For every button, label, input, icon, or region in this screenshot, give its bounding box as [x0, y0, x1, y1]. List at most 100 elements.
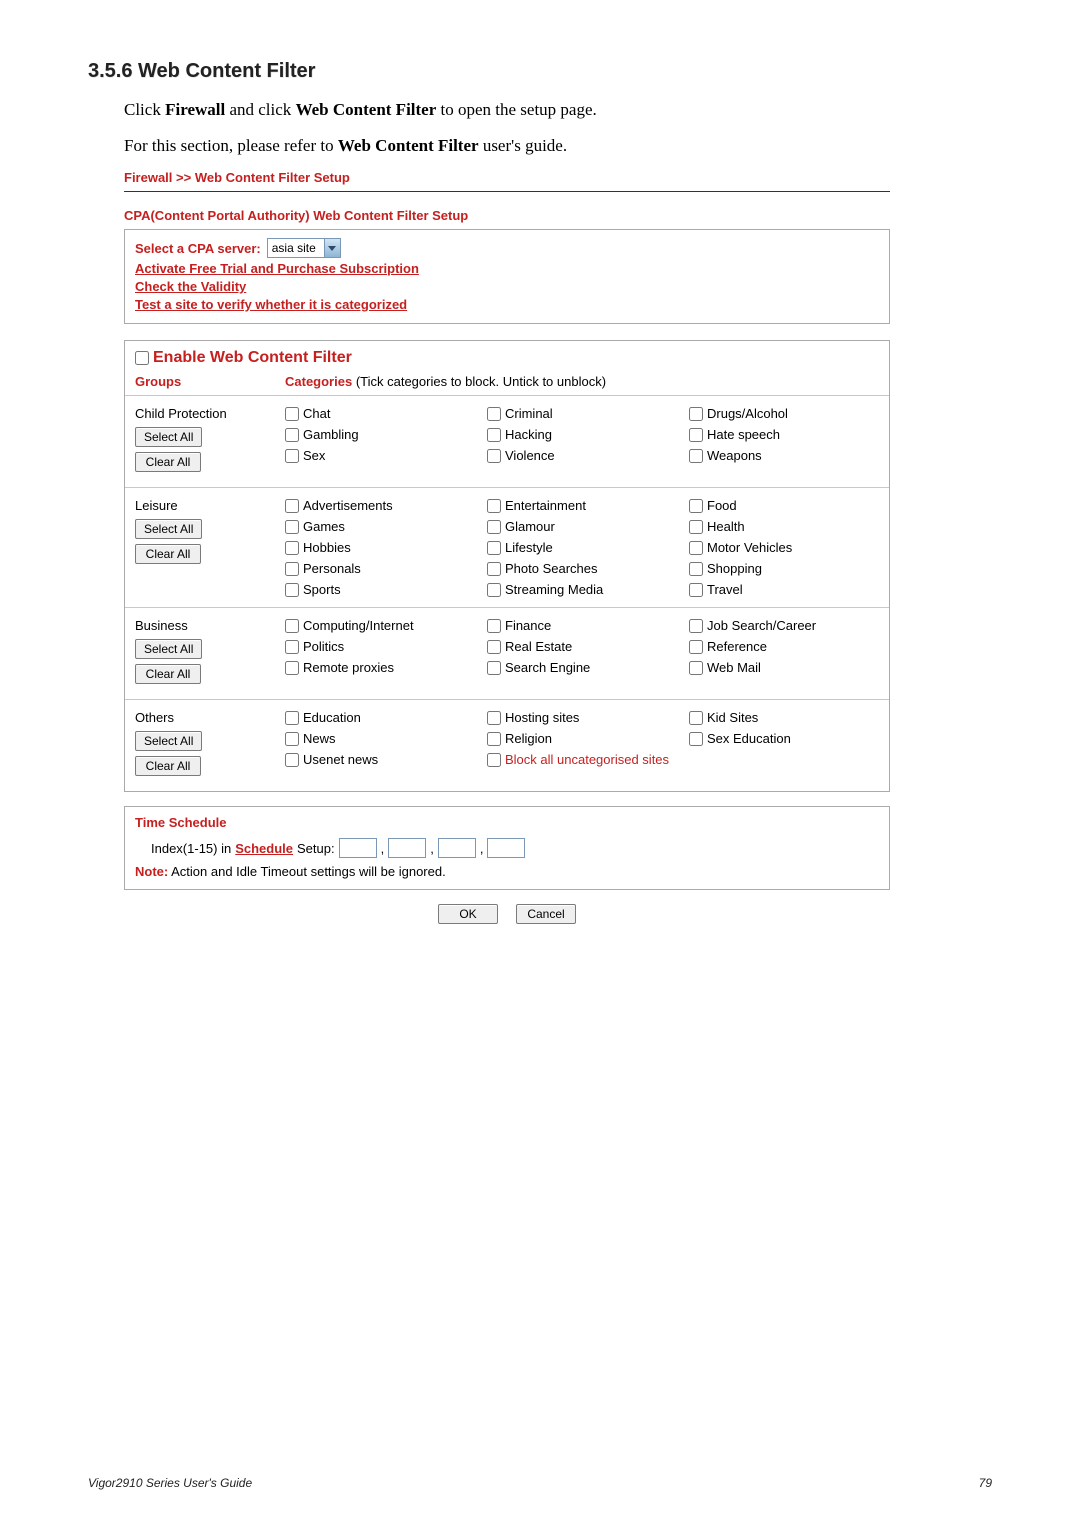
cpa-server-value: asia site: [268, 239, 324, 257]
schedule-index-4[interactable]: [487, 838, 525, 858]
category-weapons[interactable]: Weapons: [689, 448, 885, 463]
intro-text: to open the setup page.: [436, 100, 597, 119]
ok-button[interactable]: OK: [438, 904, 498, 924]
category-motor-vehicles[interactable]: Motor Vehicles: [689, 540, 885, 555]
cat-label: Finance: [505, 618, 551, 633]
cat-label: Search Engine: [505, 660, 590, 675]
category-drugs-alcohol[interactable]: Drugs/Alcohol: [689, 406, 885, 421]
category-sports[interactable]: Sports: [285, 582, 481, 597]
category-finance[interactable]: Finance: [487, 618, 683, 633]
cat-label: Block all uncategorised sites: [505, 752, 669, 767]
cat-label: Glamour: [505, 519, 555, 534]
group-child-protection: Child Protection Select All Clear All Ch…: [125, 395, 889, 487]
cat-label: Entertainment: [505, 498, 586, 513]
category-sex-education[interactable]: Sex Education: [689, 731, 885, 746]
group-name: Child Protection: [135, 406, 275, 421]
category-criminal[interactable]: Criminal: [487, 406, 683, 421]
intro-line-2: For this section, please refer to Web Co…: [124, 133, 992, 159]
category-lifestyle[interactable]: Lifestyle: [487, 540, 683, 555]
intro-text: user's guide.: [479, 136, 568, 155]
schedule-index-3[interactable]: [438, 838, 476, 858]
enable-filter-input[interactable]: [135, 351, 149, 365]
group-leisure: Leisure Select All Clear All Advertiseme…: [125, 487, 889, 607]
category-news[interactable]: News: [285, 731, 481, 746]
groups-col-header: Groups: [135, 374, 181, 389]
intro-text: For this section, please refer to: [124, 136, 338, 155]
cat-label: Shopping: [707, 561, 762, 576]
category-hobbies[interactable]: Hobbies: [285, 540, 481, 555]
category-web-mail[interactable]: Web Mail: [689, 660, 885, 675]
intro-wcf2-bold: Web Content Filter: [338, 136, 479, 155]
cat-label: Hobbies: [303, 540, 351, 555]
category-violence[interactable]: Violence: [487, 448, 683, 463]
check-validity-link[interactable]: Check the Validity: [135, 279, 246, 294]
category-politics[interactable]: Politics: [285, 639, 481, 654]
schedule-index-1[interactable]: [339, 838, 377, 858]
intro-wcf-bold: Web Content Filter: [296, 100, 437, 119]
category-advertisements[interactable]: Advertisements: [285, 498, 481, 513]
category-kid-sites[interactable]: Kid Sites: [689, 710, 885, 725]
cat-label: Personals: [303, 561, 361, 576]
category-shopping[interactable]: Shopping: [689, 561, 885, 576]
category-photo-searches[interactable]: Photo Searches: [487, 561, 683, 576]
cat-label: Religion: [505, 731, 552, 746]
time-schedule-title: Time Schedule: [135, 815, 879, 830]
category-health[interactable]: Health: [689, 519, 885, 534]
cat-label: Streaming Media: [505, 582, 603, 597]
cat-label: Usenet news: [303, 752, 378, 767]
category-personals[interactable]: Personals: [285, 561, 481, 576]
category-food[interactable]: Food: [689, 498, 885, 513]
category-real-estate[interactable]: Real Estate: [487, 639, 683, 654]
category-block-uncategorised[interactable]: Block all uncategorised sites: [487, 752, 885, 767]
category-search-engine[interactable]: Search Engine: [487, 660, 683, 675]
category-remote-proxies[interactable]: Remote proxies: [285, 660, 481, 675]
cat-label: Travel: [707, 582, 743, 597]
cat-label: Job Search/Career: [707, 618, 816, 633]
category-travel[interactable]: Travel: [689, 582, 885, 597]
footer-page: 79: [979, 1476, 992, 1490]
category-usenet-news[interactable]: Usenet news: [285, 752, 481, 767]
category-job-search[interactable]: Job Search/Career: [689, 618, 885, 633]
schedule-index-2[interactable]: [388, 838, 426, 858]
cat-label: Motor Vehicles: [707, 540, 792, 555]
category-computing-internet[interactable]: Computing/Internet: [285, 618, 481, 633]
select-all-button[interactable]: Select All: [135, 731, 202, 751]
intro-line-1: Click Firewall and click Web Content Fil…: [124, 97, 992, 123]
activate-trial-link[interactable]: Activate Free Trial and Purchase Subscri…: [135, 261, 419, 276]
cat-label: Sex: [303, 448, 325, 463]
cpa-server-select[interactable]: asia site: [267, 238, 341, 258]
category-hosting-sites[interactable]: Hosting sites: [487, 710, 683, 725]
clear-all-button[interactable]: Clear All: [135, 544, 201, 564]
category-glamour[interactable]: Glamour: [487, 519, 683, 534]
category-reference[interactable]: Reference: [689, 639, 885, 654]
cat-label: Web Mail: [707, 660, 761, 675]
category-education[interactable]: Education: [285, 710, 481, 725]
select-all-button[interactable]: Select All: [135, 519, 202, 539]
intro-text: Click: [124, 100, 165, 119]
category-entertainment[interactable]: Entertainment: [487, 498, 683, 513]
cancel-button[interactable]: Cancel: [516, 904, 576, 924]
intro-text: and click: [225, 100, 295, 119]
clear-all-button[interactable]: Clear All: [135, 664, 201, 684]
select-all-button[interactable]: Select All: [135, 639, 202, 659]
cat-label: Games: [303, 519, 345, 534]
chevron-down-icon[interactable]: [324, 239, 340, 257]
select-all-button[interactable]: Select All: [135, 427, 202, 447]
category-gambling[interactable]: Gambling: [285, 427, 481, 442]
category-hacking[interactable]: Hacking: [487, 427, 683, 442]
footer-guide: Vigor2910 Series User's Guide: [88, 1476, 252, 1490]
category-games[interactable]: Games: [285, 519, 481, 534]
category-streaming-media[interactable]: Streaming Media: [487, 582, 683, 597]
category-sex[interactable]: Sex: [285, 448, 481, 463]
category-hate-speech[interactable]: Hate speech: [689, 427, 885, 442]
schedule-setup-text: Setup:: [297, 841, 335, 856]
enable-filter-checkbox[interactable]: Enable Web Content Filter: [135, 349, 352, 367]
clear-all-button[interactable]: Clear All: [135, 452, 201, 472]
category-chat[interactable]: Chat: [285, 406, 481, 421]
test-site-link[interactable]: Test a site to verify whether it is cate…: [135, 297, 407, 312]
group-name: Others: [135, 710, 275, 725]
category-religion[interactable]: Religion: [487, 731, 683, 746]
clear-all-button[interactable]: Clear All: [135, 756, 201, 776]
schedule-link[interactable]: Schedule: [235, 841, 293, 856]
cat-label: Weapons: [707, 448, 762, 463]
